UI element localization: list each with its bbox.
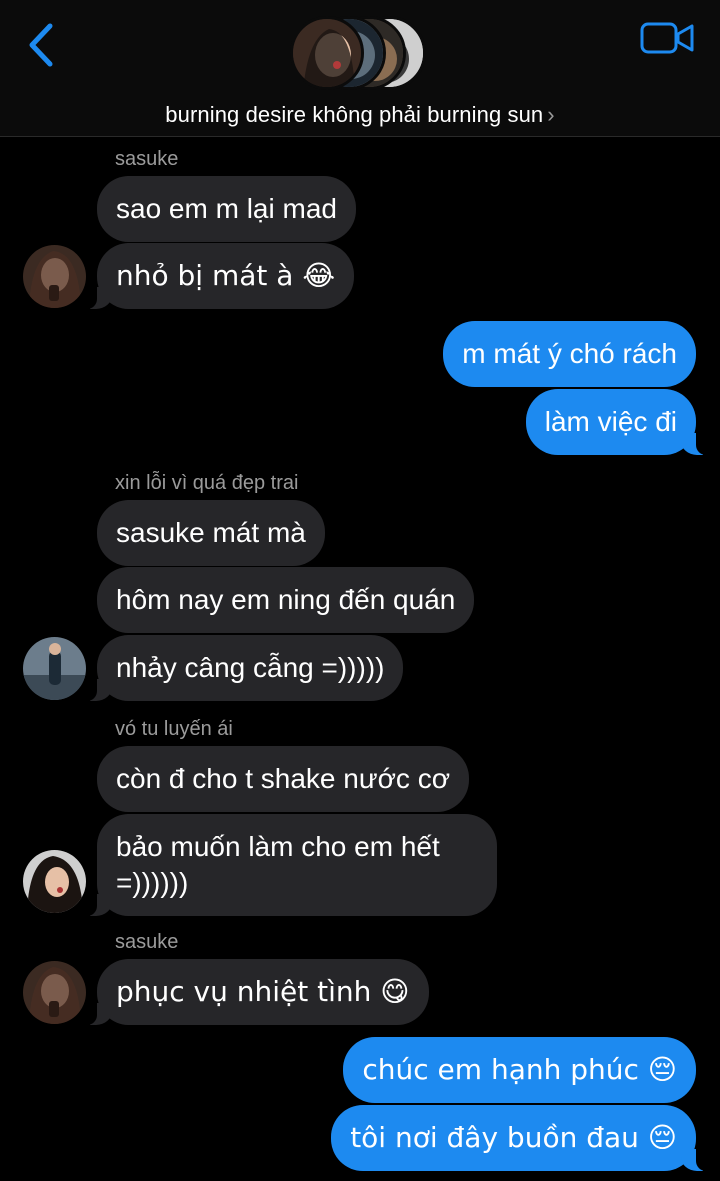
sender-avatar[interactable]: [23, 637, 86, 700]
incoming-message-bubble[interactable]: phục vụ nhiệt tình 😋: [87, 959, 429, 1025]
message-text-line: =)))))): [116, 867, 189, 898]
message-text: còn đ cho t shake nước cơ: [116, 763, 451, 794]
sender-avatar[interactable]: [23, 850, 86, 913]
message-text: chúc em hạnh phúc 😔: [362, 1053, 677, 1086]
sender-avatar[interactable]: [23, 961, 86, 1024]
group-name-button[interactable]: burning desire không phải burning sun ›: [0, 102, 720, 128]
video-call-icon[interactable]: [640, 20, 694, 56]
message-text-line: bảo muốn làm cho em hết: [116, 831, 440, 862]
message-text: m mát ý chó rách: [462, 338, 677, 369]
message-text: hôm nay em ning đến quán: [116, 584, 456, 615]
outgoing-message-bubble[interactable]: chúc em hạnh phúc 😔: [343, 1037, 696, 1103]
message-text: sasuke mát mà: [116, 517, 306, 548]
message-text: nhỏ bị mát à 😂: [116, 259, 336, 292]
message-text: sao em m lại mad: [116, 193, 337, 224]
incoming-message-bubble[interactable]: nhỏ bị mát à 😂: [86, 243, 355, 309]
outgoing-message-bubble[interactable]: m mát ý chó rách: [443, 321, 696, 387]
conversation-header: burning desire không phải burning sun ›: [0, 0, 720, 137]
incoming-message-bubble[interactable]: còn đ cho t shake nước cơ: [97, 746, 470, 812]
outgoing-message-bubble[interactable]: tôi nơi đây buồn đau 😔: [331, 1105, 706, 1171]
outgoing-message-bubble[interactable]: làm việc đi: [525, 389, 707, 455]
group-avatar-stack[interactable]: [290, 16, 430, 92]
message-text: tôi nơi đây buồn đau 😔: [350, 1121, 677, 1154]
group-name: burning desire không phải burning sun: [165, 102, 544, 127]
sender-avatar[interactable]: [23, 245, 86, 308]
sender-name: sasuke: [115, 931, 179, 953]
sender-name: sasuke: [115, 148, 179, 170]
sender-name: vó tu luyến ái: [115, 718, 233, 740]
sender-name: xin lỗi vì quá đẹp trai: [115, 472, 299, 494]
message-text: nhảy câng cẫng =))))): [116, 652, 385, 683]
group-member-avatar: [290, 16, 364, 90]
incoming-message-bubble[interactable]: sasuke mát mà: [97, 500, 325, 566]
message-text: phục vụ nhiệt tình 😋: [116, 975, 410, 1008]
incoming-message-bubble[interactable]: hôm nay em ning đến quán: [97, 567, 475, 633]
back-chevron-icon[interactable]: [22, 20, 62, 70]
incoming-message-bubble[interactable]: bảo muốn làm cho em hết =)))))): [87, 814, 497, 916]
chevron-right-icon: ›: [547, 102, 555, 127]
message-text: làm việc đi: [544, 406, 677, 437]
incoming-message-bubble[interactable]: sao em m lại mad: [97, 176, 356, 242]
incoming-message-bubble[interactable]: nhảy câng cẫng =))))): [86, 635, 404, 701]
